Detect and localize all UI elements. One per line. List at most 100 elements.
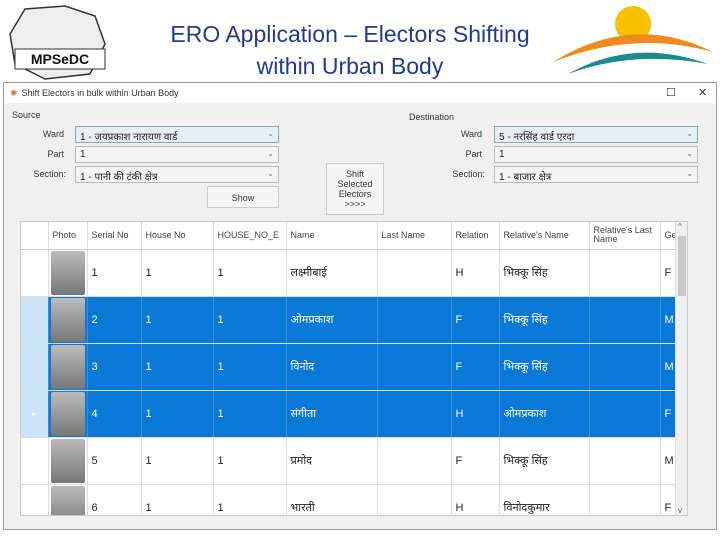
dest-section-select[interactable]: 1 - बाजार क्षेत्र ⌄ (494, 166, 698, 183)
scroll-down-icon[interactable]: v (678, 506, 682, 515)
electors-grid[interactable]: Photo Serial No House No HOUSE_NO_E Name Last… (20, 221, 688, 516)
cell-serial[interactable]: 2 (87, 296, 142, 344)
cell-relative[interactable]: भिक्कू सिंह (499, 343, 590, 391)
eci-logo (548, 2, 718, 82)
source-ward-select[interactable]: 1 - जयप्रकाश नारायण वार्ड ⌄ (75, 126, 279, 143)
cell-name[interactable]: विनोद (286, 343, 378, 391)
cell-rel_last[interactable] (589, 249, 661, 297)
photo-cell (48, 390, 88, 438)
row-header[interactable] (21, 343, 49, 391)
dest-section-value: 1 - बाजार क्षेत्र (499, 172, 552, 183)
table-row[interactable]: 5 1 1 प्रमोद F भिक्कू सिंह M (21, 437, 681, 485)
close-button[interactable]: ✕ (698, 86, 707, 99)
cell-serial[interactable]: 5 (87, 437, 142, 485)
show-button[interactable]: Show (207, 186, 279, 208)
scroll-thumb[interactable] (678, 236, 686, 296)
source-section-label: Section: (33, 169, 66, 179)
cell-rel_last[interactable] (589, 484, 661, 515)
column-header[interactable]: Relative's Name (499, 222, 590, 250)
cell-last[interactable] (377, 390, 452, 438)
cell-relation[interactable]: H (451, 249, 500, 297)
source-part-select[interactable]: 1 ⌄ (75, 146, 279, 163)
column-header[interactable]: Relative's Last Name (589, 222, 661, 250)
cell-serial[interactable]: 4 (87, 390, 142, 438)
dest-part-select[interactable]: 1 ⌄ (494, 146, 698, 163)
cell-rel_last[interactable] (589, 343, 661, 391)
maximize-button[interactable]: ☐ (666, 86, 676, 99)
cell-relation[interactable]: F (451, 343, 500, 391)
cell-house_e[interactable]: 1 (213, 437, 287, 485)
cell-relative[interactable]: विनोदकुमार (499, 484, 590, 515)
row-header[interactable] (21, 296, 49, 344)
column-header[interactable]: Relation (451, 222, 500, 250)
cell-house[interactable]: 1 (141, 249, 214, 297)
column-header[interactable]: Last Name (377, 222, 452, 250)
column-header[interactable]: HOUSE_NO_E (213, 222, 287, 250)
cell-serial[interactable]: 3 (87, 343, 142, 391)
cell-relation[interactable]: H (451, 390, 500, 438)
cell-house[interactable]: 1 (141, 343, 214, 391)
cell-rel_last[interactable] (589, 390, 661, 438)
dest-ward-select[interactable]: 5 - नरसिंह वार्ड एरदा ⌄ (494, 126, 698, 143)
table-row[interactable]: 3 1 1 विनोद F भिक्कू सिंह M (21, 343, 681, 391)
destination-group-label: Destination (409, 112, 455, 122)
cell-rel_last[interactable] (589, 296, 661, 344)
window-titlebar: ✺ Shift Electors in bulk within Urban Bo… (4, 83, 716, 103)
column-header[interactable]: House No (141, 222, 214, 250)
row-header[interactable] (21, 437, 49, 485)
cell-serial[interactable]: 6 (87, 484, 142, 515)
dest-part-value: 1 (499, 149, 505, 160)
cell-relation[interactable]: F (451, 296, 500, 344)
cell-last[interactable] (377, 343, 452, 391)
cell-relation[interactable]: H (451, 484, 500, 515)
column-header[interactable]: Photo (48, 222, 88, 250)
cell-relative[interactable]: भिक्कू सिंह (499, 249, 590, 297)
source-section-select[interactable]: 1 - पानी की टंकी क्षेत्र ⌄ (75, 166, 279, 183)
cell-last[interactable] (377, 249, 452, 297)
elector-photo (50, 250, 85, 295)
cell-name[interactable]: ओमप्रकाश (286, 296, 378, 344)
cell-house_e[interactable]: 1 (213, 484, 287, 515)
cell-name[interactable]: लक्ष्मीबाई (286, 249, 378, 297)
elector-photo (50, 297, 85, 342)
cell-house[interactable]: 1 (141, 390, 214, 438)
scroll-up-icon[interactable]: ^ (678, 222, 682, 231)
cell-house_e[interactable]: 1 (213, 249, 287, 297)
row-header[interactable] (21, 249, 49, 297)
cell-house[interactable]: 1 (141, 437, 214, 485)
table-row[interactable]: 6 1 1 भारती H विनोदकुमार F (21, 484, 681, 515)
table-row[interactable]: ▸ 4 1 1 संगीता H ओमप्रकाश F (21, 390, 681, 438)
cell-relative[interactable]: भिक्कू सिंह (499, 296, 590, 344)
cell-name[interactable]: प्रमोद (286, 437, 378, 485)
table-row[interactable]: 2 1 1 ओमप्रकाश F भिक्कू सिंह M (21, 296, 681, 344)
source-part-label: Part (47, 149, 64, 159)
cell-name[interactable]: भारती (286, 484, 378, 515)
svg-text:MPSeDC: MPSeDC (31, 51, 89, 67)
row-header[interactable]: ▸ (21, 390, 49, 438)
cell-relative[interactable]: ओमप्रकाश (499, 390, 590, 438)
table-row[interactable]: 1 1 1 लक्ष्मीबाई H भिक्कू सिंह F (21, 249, 681, 297)
shift-line-2: Selected (337, 179, 373, 189)
shift-selected-electors-button[interactable]: Shift Selected Electors >>>> (326, 163, 384, 215)
elector-photo (50, 391, 85, 436)
cell-last[interactable] (377, 484, 452, 515)
cell-house_e[interactable]: 1 (213, 296, 287, 344)
cell-serial[interactable]: 1 (87, 249, 142, 297)
vertical-scrollbar[interactable]: ^ v (675, 222, 687, 515)
cell-last[interactable] (377, 437, 452, 485)
chevron-down-icon: ⌄ (267, 149, 274, 158)
cell-last[interactable] (377, 296, 452, 344)
cell-relation[interactable]: F (451, 437, 500, 485)
cell-house[interactable]: 1 (141, 484, 214, 515)
cell-name[interactable]: संगीता (286, 390, 378, 438)
column-header[interactable]: Serial No (87, 222, 142, 250)
cell-rel_last[interactable] (589, 437, 661, 485)
cell-house_e[interactable]: 1 (213, 343, 287, 391)
cell-relative[interactable]: भिक्कू सिंह (499, 437, 590, 485)
cell-house_e[interactable]: 1 (213, 390, 287, 438)
cell-house[interactable]: 1 (141, 296, 214, 344)
shift-line-1: Shift (345, 169, 364, 179)
row-header[interactable] (21, 484, 49, 515)
column-header[interactable]: Name (286, 222, 378, 250)
photo-cell (48, 484, 88, 515)
